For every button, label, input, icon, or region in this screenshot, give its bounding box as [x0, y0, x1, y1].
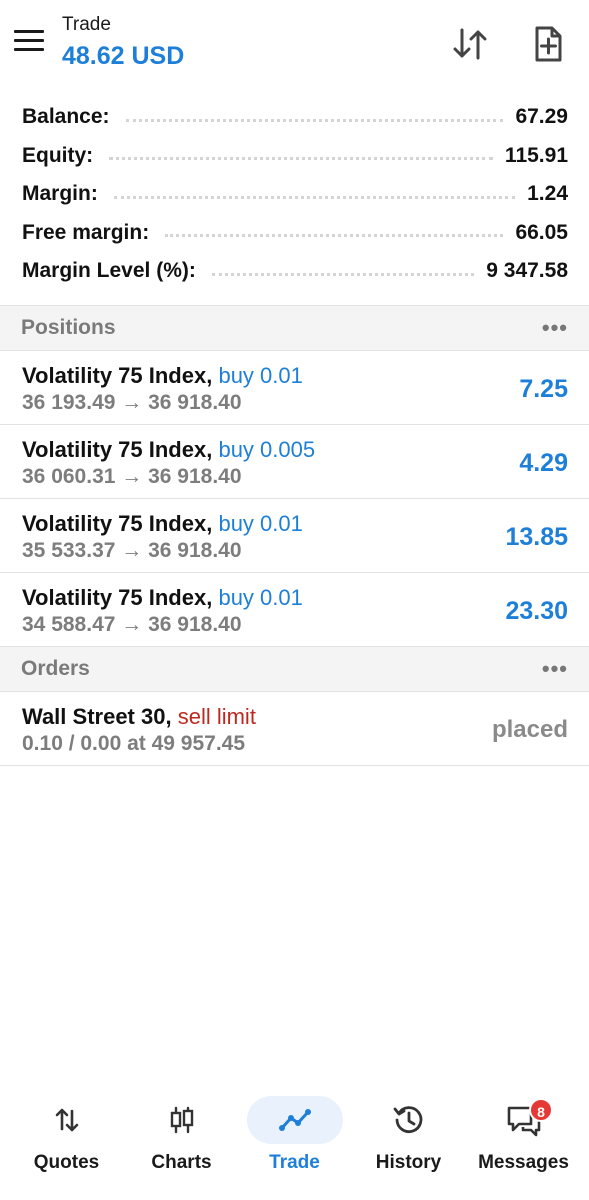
nav-label: Quotes: [33, 1152, 100, 1173]
position-title: Volatility 75 Index, buy 0.01: [22, 363, 303, 389]
position-symbol: Volatility 75 Index,: [22, 511, 213, 536]
dotted-leader: [125, 118, 504, 122]
nav-label: Messages: [478, 1152, 569, 1173]
nav-quotes[interactable]: Quotes: [8, 1090, 125, 1190]
summary-value: 66.05: [515, 220, 568, 244]
position-symbol: Volatility 75 Index,: [22, 437, 213, 462]
position-profit: 4.29: [519, 449, 568, 477]
position-profit: 13.85: [505, 523, 568, 551]
section-title: Positions: [21, 316, 116, 339]
position-title: Volatility 75 Index, buy 0.005: [22, 437, 315, 463]
summary-label: Equity:: [22, 143, 94, 167]
account-summary: Balance: 67.29 Equity: 115.91 Margin: 1.…: [0, 98, 589, 291]
position-row[interactable]: Volatility 75 Index, buy 0.01 34 588.47 …: [0, 573, 589, 647]
trade-line-icon: [278, 1109, 311, 1131]
dotted-leader: [113, 195, 516, 199]
hamburger-menu-icon[interactable]: [14, 30, 46, 56]
page-title: Trade: [62, 14, 111, 35]
sort-arrows-icon[interactable]: [450, 24, 490, 64]
summary-balance: Balance: 67.29: [0, 98, 589, 137]
nav-icon-container: [476, 1096, 572, 1144]
orders-section-header: Orders •••: [0, 646, 589, 692]
summary-label: Free margin:: [22, 220, 150, 244]
order-type: sell limit: [177, 704, 256, 729]
summary-margin: Margin: 1.24: [0, 175, 589, 214]
position-row[interactable]: Volatility 75 Index, buy 0.01 35 533.37 …: [0, 499, 589, 573]
nav-icon-container: [246, 1096, 343, 1144]
more-options-icon[interactable]: •••: [542, 317, 568, 339]
order-symbol: Wall Street 30,: [22, 704, 172, 729]
summary-value: 9 347.58: [486, 259, 568, 283]
nav-label: Charts: [151, 1152, 212, 1173]
history-clock-icon: [393, 1106, 422, 1133]
app-header: Trade 48.62 USD: [0, 0, 589, 96]
dotted-leader: [109, 157, 493, 161]
dotted-leader: [165, 234, 504, 238]
summary-label: Balance:: [22, 105, 110, 129]
bottom-navigation: Quotes Charts Trade History 8 Messages: [0, 1090, 589, 1200]
order-status: placed: [491, 716, 568, 743]
position-prices: 34 588.47 → 36 918.40: [22, 613, 242, 636]
dotted-leader: [211, 272, 475, 276]
new-order-document-plus-icon[interactable]: [528, 24, 568, 64]
position-title: Volatility 75 Index, buy 0.01: [22, 585, 303, 611]
order-title: Wall Street 30, sell limit: [22, 704, 256, 730]
position-prices: 36 060.31 → 36 918.40: [22, 465, 242, 488]
summary-label: Margin Level (%):: [22, 259, 196, 283]
summary-value: 1.24: [527, 182, 568, 206]
position-row[interactable]: Volatility 75 Index, buy 0.01 36 193.49 …: [0, 351, 589, 425]
nav-icon-container: [134, 1096, 230, 1144]
summary-equity: Equity: 115.91: [0, 137, 589, 176]
nav-icon-container: [19, 1096, 115, 1144]
position-symbol: Volatility 75 Index,: [22, 363, 213, 388]
position-row[interactable]: Volatility 75 Index, buy 0.005 36 060.31…: [0, 425, 589, 499]
positions-section-header: Positions •••: [0, 305, 589, 351]
position-type: buy 0.01: [218, 585, 303, 610]
order-row[interactable]: Wall Street 30, sell limit 0.10 / 0.00 a…: [0, 692, 589, 766]
section-title: Orders: [21, 657, 90, 680]
nav-label: History: [375, 1152, 442, 1173]
position-type: buy 0.01: [218, 511, 303, 536]
summary-margin-level: Margin Level (%): 9 347.58: [0, 252, 589, 291]
nav-icon-container: [361, 1096, 457, 1144]
total-profit: 48.62 USD: [62, 42, 185, 70]
nav-history[interactable]: History: [350, 1090, 467, 1190]
position-type: buy 0.01: [218, 363, 303, 388]
position-title: Volatility 75 Index, buy 0.01: [22, 511, 303, 537]
summary-free-margin: Free margin: 66.05: [0, 214, 589, 253]
position-type: buy 0.005: [218, 437, 316, 462]
position-profit: 7.25: [519, 375, 568, 403]
nav-messages[interactable]: 8 Messages: [465, 1090, 582, 1190]
nav-charts[interactable]: Charts: [123, 1090, 240, 1190]
quotes-arrows-icon: [55, 1108, 78, 1132]
more-options-icon[interactable]: •••: [542, 658, 568, 680]
position-prices: 36 193.49 → 36 918.40: [22, 391, 242, 414]
summary-value: 67.29: [515, 105, 568, 129]
unread-badge: 8: [529, 1098, 553, 1122]
nav-label: Trade: [269, 1152, 320, 1173]
summary-label: Margin:: [22, 182, 98, 206]
position-prices: 35 533.37 → 36 918.40: [22, 539, 242, 562]
position-symbol: Volatility 75 Index,: [22, 585, 213, 610]
order-details: 0.10 / 0.00 at 49 957.45: [22, 732, 246, 755]
summary-value: 115.91: [504, 143, 568, 167]
nav-trade[interactable]: Trade: [236, 1090, 353, 1190]
position-profit: 23.30: [505, 597, 568, 625]
candlestick-chart-icon: [170, 1106, 193, 1134]
